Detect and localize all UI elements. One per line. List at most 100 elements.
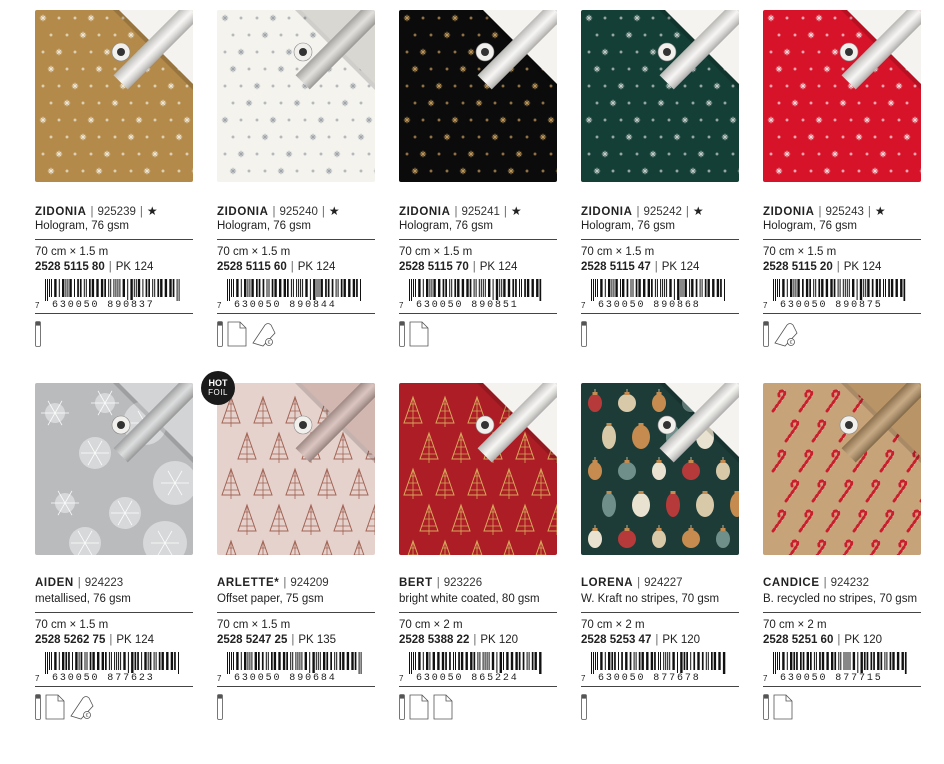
product-name: ZIDONIA [581, 206, 633, 218]
pack-size: PK 124 [843, 261, 882, 273]
product-size: 70 cm × 1.5 m [581, 246, 655, 258]
divider [763, 686, 921, 687]
divider [581, 686, 739, 687]
product-code: 925242 [643, 206, 682, 218]
product-swatch[interactable] [581, 10, 739, 182]
pack-size: PK 124 [661, 261, 700, 273]
barcode-digits: 630050 877678 [597, 673, 702, 684]
product-swatch[interactable] [217, 10, 375, 182]
barcode-bars [591, 652, 726, 674]
product-title-line: ZIDONIA | 925242 | ★ [581, 204, 739, 219]
star-icon: ★ [692, 204, 704, 218]
sku-line: 2528 5247 25 | PK 135 [217, 634, 375, 649]
product-card[interactable]: LORENA | 924227 W. Kraft no stripes, 70 gs… [581, 383, 739, 722]
product-material: W. Kraft no stripes, 70 gsm [581, 593, 720, 605]
tube-icon [763, 694, 769, 720]
barcode-first-digit: 7 [399, 674, 404, 683]
product-code: 925240 [279, 206, 318, 218]
product-material: Hologram, 76 gsm [581, 220, 675, 232]
product-card[interactable]: AIDEN | 924223 metallised, 76 gsm 70 cm × … [35, 383, 193, 722]
product-swatch[interactable] [217, 383, 375, 555]
product-title-line: ZIDONIA | 925243 | ★ [763, 204, 921, 219]
separator: | [290, 261, 294, 273]
product-material: Hologram, 76 gsm [763, 220, 857, 232]
product-sku: 2528 5388 22 [399, 634, 470, 646]
tube-icon [217, 694, 223, 720]
roll-icon: € [774, 323, 798, 347]
barcode-bars [409, 652, 542, 674]
svg-text:€: € [86, 713, 89, 719]
product-swatch[interactable] [763, 10, 921, 182]
product-code: 925243 [825, 206, 864, 218]
pack-size: PK 124 [115, 261, 154, 273]
star-icon: ★ [874, 204, 886, 218]
format-icons [217, 694, 375, 722]
divider [581, 612, 739, 613]
divider [217, 239, 375, 240]
product-card[interactable]: ZIDONIA | 925242 | ★ Hologram, 76 gsm 70 cm … [581, 10, 739, 349]
separator: | [637, 577, 641, 589]
product-title-line: AIDEN | 924223 [35, 577, 193, 592]
product-sku: 2528 5253 47 [581, 634, 652, 646]
barcode-bars [227, 652, 362, 674]
barcode-digits: 630050 890875 [779, 300, 884, 311]
format-icons [581, 694, 739, 722]
format-icons [399, 694, 557, 722]
tube-icon [399, 694, 405, 720]
product-name: BERT [399, 577, 433, 589]
product-size: 70 cm × 1.5 m [217, 246, 291, 258]
product-card[interactable]: ZIDONIA | 925243 | ★ Hologram, 76 gsm 70 cm … [763, 10, 921, 349]
barcode: 7 630050 865224 [399, 652, 557, 684]
pattern-art [217, 383, 375, 555]
pack-size: PK 124 [297, 261, 336, 273]
pattern-art [581, 383, 739, 555]
pattern-art [35, 383, 193, 555]
barcode-digits: 630050 890868 [597, 300, 702, 311]
product-name: ZIDONIA [763, 206, 815, 218]
format-icons: € [35, 694, 193, 722]
sku-line: 2528 5115 70 | PK 124 [399, 261, 557, 276]
divider [763, 612, 921, 613]
product-swatch[interactable] [581, 383, 739, 555]
separator: | [454, 206, 458, 218]
product-size: 70 cm × 1.5 m [763, 246, 837, 258]
tube-icon [35, 694, 41, 720]
sku-line: 2528 5115 20 | PK 124 [763, 261, 921, 276]
product-card[interactable]: ZIDONIA | 925239 | ★ Hologram, 76 gsm 70 cm … [35, 10, 193, 349]
tube-icon [217, 321, 223, 347]
product-swatch[interactable] [35, 383, 193, 555]
product-card[interactable]: CANDICE | 924232 B. recycled no stripes, 7… [763, 383, 921, 722]
barcode-bars [45, 652, 179, 674]
product-swatch[interactable] [399, 10, 557, 182]
barcode: 7 630050 877623 [35, 652, 193, 684]
pattern-art [399, 383, 557, 555]
format-icons [581, 321, 739, 349]
product-card[interactable]: ZIDONIA | 925240 | ★ Hologram, 76 gsm 70 cm … [217, 10, 375, 349]
pattern-art [763, 10, 921, 182]
barcode: 7 630050 877678 [581, 652, 739, 684]
barcode-bars [773, 652, 907, 674]
format-icons [399, 321, 557, 349]
product-swatch[interactable] [763, 383, 921, 555]
product-swatch[interactable] [399, 383, 557, 555]
product-title-line: ZIDONIA | 925241 | ★ [399, 204, 557, 219]
product-sku: 2528 5247 25 [217, 634, 288, 646]
divider [763, 239, 921, 240]
divider [35, 239, 193, 240]
product-card[interactable]: ZIDONIA | 925241 | ★ Hologram, 76 gsm 70 cm … [399, 10, 557, 349]
product-swatch[interactable] [35, 10, 193, 182]
separator: | [473, 634, 477, 646]
barcode: 7 630050 890844 [217, 279, 375, 311]
barcode-first-digit: 7 [581, 674, 586, 683]
product-card[interactable]: BERT | 923226 bright white coated, 80 gsm … [399, 383, 557, 722]
product-card[interactable]: HOT FOIL ARLETTE* | 924209 Offset paper, 7… [201, 371, 375, 722]
product-title-line: CANDICE | 924232 [763, 577, 921, 592]
roll-icon: € [70, 696, 94, 720]
product-grid: ZIDONIA | 925239 | ★ Hologram, 76 gsm 70 cm … [0, 0, 944, 764]
separator: | [685, 206, 689, 218]
product-size: 70 cm × 2 m [763, 619, 827, 631]
separator: | [654, 261, 658, 273]
barcode: 7 630050 890684 [217, 652, 375, 684]
barcode-digits: 630050 877623 [51, 673, 156, 684]
tube-icon [35, 321, 41, 347]
